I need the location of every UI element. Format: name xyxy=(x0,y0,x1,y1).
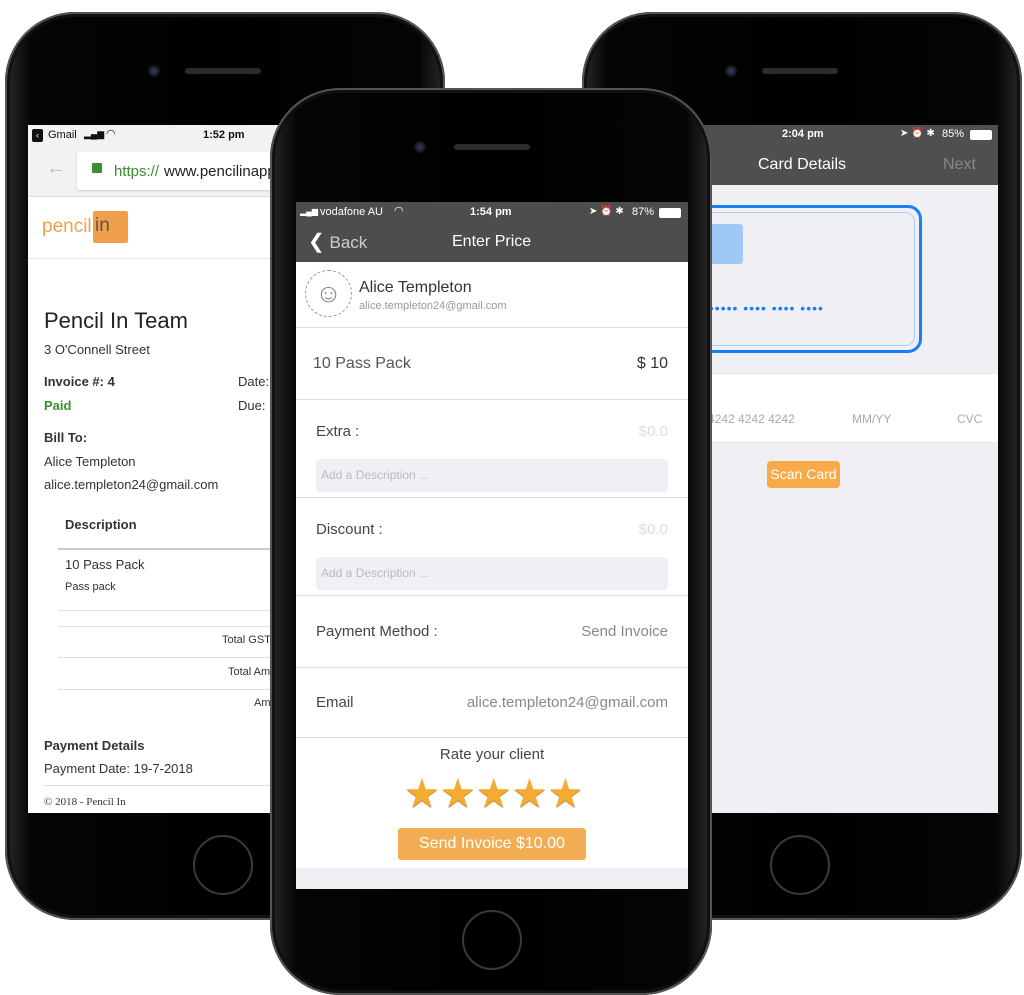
client-email: alice.templeton24@gmail.com xyxy=(44,477,219,492)
client-name: Alice Templeton xyxy=(359,279,472,296)
email-label: Email xyxy=(316,694,354,711)
bill-to-heading: Bill To: xyxy=(44,430,88,445)
home-button[interactable] xyxy=(462,910,522,970)
extra-description-input[interactable]: Add a Description ... xyxy=(316,459,668,492)
send-invoice-button[interactable]: Send Invoice $10.00 xyxy=(398,828,586,860)
status-time: 1:54 pm xyxy=(470,206,512,218)
next-button[interactable]: Next xyxy=(943,156,976,174)
footer-copyright: © 2018 - Pencil In xyxy=(44,796,126,808)
invoice-number: Invoice #: 4 xyxy=(44,374,115,389)
star-icon[interactable]: ★ xyxy=(476,774,512,814)
client-name: Alice Templeton xyxy=(44,454,136,469)
total-amount-label: Total Am xyxy=(228,666,271,678)
due-label: Due: xyxy=(238,398,266,413)
company-name: Pencil In Team xyxy=(44,308,188,333)
rating-label: Rate your client xyxy=(439,746,545,763)
email-input[interactable]: alice.templeton24@gmail.com xyxy=(467,694,668,711)
expiry-input[interactable]: MM/YY xyxy=(852,412,891,426)
total-gst-label: Total GST xyxy=(222,634,271,646)
wifi-icon: ◠ xyxy=(106,128,116,140)
home-button[interactable] xyxy=(193,835,253,895)
star-rating[interactable]: ★ ★ ★ ★ ★ xyxy=(404,774,583,814)
status-carrier: vodafone AU xyxy=(320,206,383,218)
item-price: $ 10 xyxy=(636,355,668,372)
back-arrow-icon[interactable]: ← xyxy=(46,157,66,180)
lock-icon xyxy=(92,163,102,173)
speaker xyxy=(762,68,838,74)
camera xyxy=(148,65,160,77)
divider xyxy=(296,399,688,400)
status-app: Gmail xyxy=(48,129,77,141)
battery-level: 87% xyxy=(632,206,655,218)
wifi-icon: ◠ xyxy=(394,205,404,217)
camera xyxy=(414,141,426,153)
item-name: 10 Pass Pack xyxy=(65,557,145,572)
extra-amount-input[interactable]: $0.0 xyxy=(639,423,668,440)
client-email: alice.templeton24@gmail.com xyxy=(359,300,507,312)
discount-amount-input[interactable]: $0.0 xyxy=(639,521,668,538)
paid-status: Paid xyxy=(44,398,72,413)
status-icons: ➤ ⏰ ✱ xyxy=(900,128,935,139)
status-time: 1:52 pm xyxy=(203,129,245,141)
payment-method-select[interactable]: Send Invoice xyxy=(581,623,668,640)
payment-date: Payment Date: 19-7-2018 xyxy=(44,761,193,776)
payment-details-heading: Payment Details xyxy=(44,738,145,753)
star-icon[interactable]: ★ xyxy=(404,774,440,814)
back-label: Back xyxy=(329,233,368,252)
footer-area xyxy=(296,868,688,889)
discount-label: Discount : xyxy=(316,521,383,538)
speaker xyxy=(185,68,261,74)
url-scheme: https:// xyxy=(114,163,160,180)
battery-icon xyxy=(970,130,992,140)
discount-description-input[interactable]: Add a Description ... xyxy=(316,557,668,590)
status-time: 2:04 pm xyxy=(782,128,824,140)
payment-method-label: Payment Method : xyxy=(316,623,438,640)
star-icon[interactable]: ★ xyxy=(440,774,476,814)
star-icon[interactable]: ★ xyxy=(547,774,583,814)
status-icons: ➤ ⏰ ✱ xyxy=(589,206,624,217)
back-to-app-icon[interactable]: ‹ xyxy=(32,129,43,142)
battery-level: 85% xyxy=(942,128,965,140)
date-label: Date: xyxy=(238,374,270,389)
logo-badge: in xyxy=(93,211,128,243)
url-host: www.pencilinapp xyxy=(164,163,276,180)
divider xyxy=(296,667,688,668)
item-description: Pass pack xyxy=(65,581,116,593)
back-button[interactable]: ❮ Back xyxy=(308,229,367,254)
home-button[interactable] xyxy=(770,835,830,895)
client-avatar: ☺ xyxy=(305,270,352,317)
divider xyxy=(296,327,688,328)
speaker xyxy=(454,144,530,150)
amount-label: Am xyxy=(254,697,271,709)
divider xyxy=(296,497,688,498)
company-address: 3 O'Connell Street xyxy=(44,342,150,357)
signal-icon: ▂▄▆ xyxy=(300,207,318,216)
divider xyxy=(296,737,688,738)
item-name: 10 Pass Pack xyxy=(313,355,411,372)
middle-screen: ▂▄▆ vodafone AU ◠ 1:54 pm ➤ ⏰ ✱ 87% ❮ Ba… xyxy=(296,202,688,889)
star-icon[interactable]: ★ xyxy=(512,774,548,814)
description-header: Description xyxy=(65,517,137,532)
nav-title: Card Details xyxy=(758,156,847,173)
logo-text: pencil xyxy=(42,216,92,237)
battery-icon xyxy=(659,208,681,218)
scan-card-button[interactable]: Scan Card xyxy=(767,461,840,488)
nav-bar: ▂▄▆ vodafone AU ◠ 1:54 pm ➤ ⏰ ✱ 87% ❮ Ba… xyxy=(296,202,688,262)
extra-label: Extra : xyxy=(316,423,360,440)
card-number-dots: •••••• •••• •••• •••• xyxy=(703,300,824,316)
signal-icon: ▂▄▆ xyxy=(84,129,105,139)
camera xyxy=(725,65,737,77)
nav-title: Enter Price xyxy=(452,233,532,250)
chevron-left-icon: ❮ xyxy=(308,231,325,253)
divider xyxy=(296,595,688,596)
cvc-input[interactable]: CVC xyxy=(957,412,982,426)
